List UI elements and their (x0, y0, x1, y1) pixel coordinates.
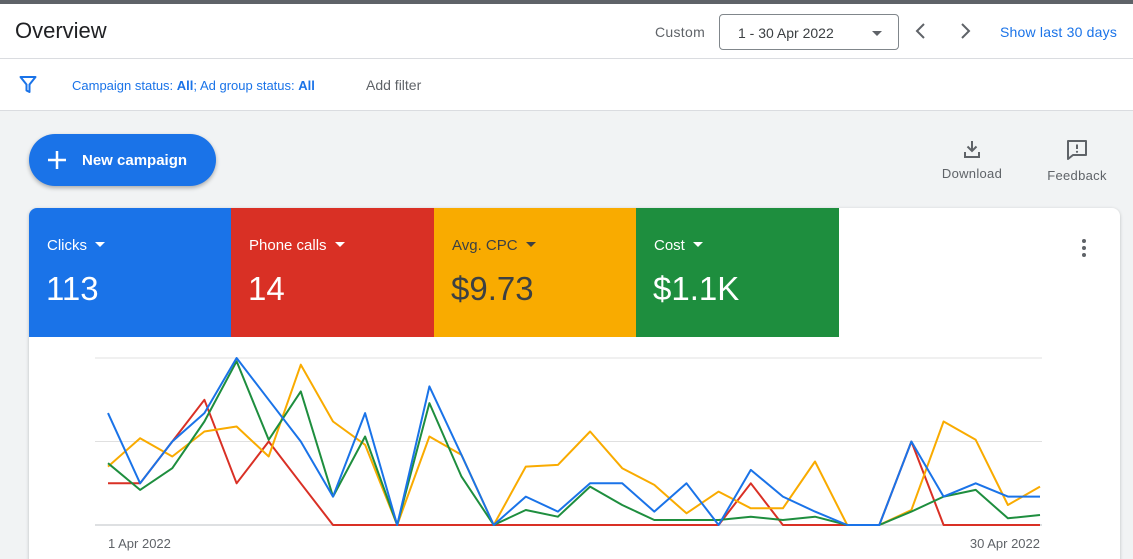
add-filter-button[interactable]: Add filter (366, 77, 421, 93)
download-button[interactable]: Download (932, 138, 1012, 188)
x-axis-end-label: 30 Apr 2022 (970, 536, 1040, 551)
ad-group-status-value: All (298, 78, 315, 93)
caret-down-icon (692, 241, 703, 247)
metric-value: $1.1K (653, 270, 740, 307)
metric-tile-clicks[interactable]: Clicks 113 (29, 208, 232, 337)
metric-value: 14 (248, 270, 285, 307)
new-campaign-button[interactable]: New campaign (29, 134, 216, 186)
metric-value: $9.73 (451, 270, 534, 307)
caret-down-icon (334, 241, 345, 247)
next-period-button[interactable] (951, 17, 979, 45)
campaign-status-label: Campaign status: (72, 78, 174, 93)
more-vert-icon (1082, 239, 1086, 257)
page-header: Overview Custom 1 - 30 Apr 2022 Show las… (0, 4, 1133, 59)
metric-name: Cost (654, 237, 703, 254)
caret-down-icon (95, 241, 105, 247)
metric-tile-cost[interactable]: Cost $1.1K (636, 208, 839, 337)
more-options-button[interactable] (1076, 236, 1092, 260)
active-filters[interactable]: Campaign status: All; Ad group status: A… (72, 78, 315, 93)
metric-tile-phone-calls[interactable]: Phone calls 14 (231, 208, 434, 337)
feedback-icon (1067, 140, 1087, 160)
show-last-30-days-link[interactable]: Show last 30 days (1000, 24, 1117, 40)
new-campaign-label: New campaign (82, 152, 188, 169)
download-icon (964, 141, 980, 158)
metric-name: Phone calls (249, 237, 345, 254)
metric-tile-avg-cpc[interactable]: Avg. CPC $9.73 (434, 208, 637, 337)
series-line-cost (107, 360, 1041, 526)
previous-period-button[interactable] (907, 17, 935, 45)
dropdown-caret-icon (872, 31, 882, 36)
date-range-value: 1 - 30 Apr 2022 (738, 25, 834, 41)
download-label: Download (941, 166, 1003, 181)
metric-name: Clicks (47, 237, 105, 254)
chevron-left-icon (915, 23, 925, 39)
caret-down-icon (525, 241, 536, 247)
x-axis-start-label: 1 Apr 2022 (108, 536, 171, 551)
series-line-phone-calls (108, 398, 1040, 526)
metric-value: 113 (46, 270, 99, 307)
feedback-label: Feedback (1047, 168, 1107, 183)
chevron-right-icon (961, 23, 971, 39)
ad-group-status-label: Ad group status: (199, 78, 295, 93)
performance-card: Clicks 113 Phone calls 14 Avg. CPC $9.73… (29, 208, 1120, 559)
filter-separator: ; (193, 78, 198, 93)
performance-line-chart: 1 Apr 2022 30 Apr 2022 (95, 357, 1042, 551)
date-range-select[interactable]: 1 - 30 Apr 2022 (719, 14, 899, 50)
metric-name: Avg. CPC (452, 237, 536, 254)
campaign-status-value: All (176, 78, 194, 93)
feedback-button[interactable]: Feedback (1037, 138, 1117, 188)
page-title: Overview (15, 18, 107, 43)
custom-range-label: Custom (655, 24, 706, 40)
filter-icon[interactable] (19, 75, 37, 95)
plus-icon (48, 151, 66, 169)
filter-bar: Campaign status: All; Ad group status: A… (0, 59, 1133, 111)
